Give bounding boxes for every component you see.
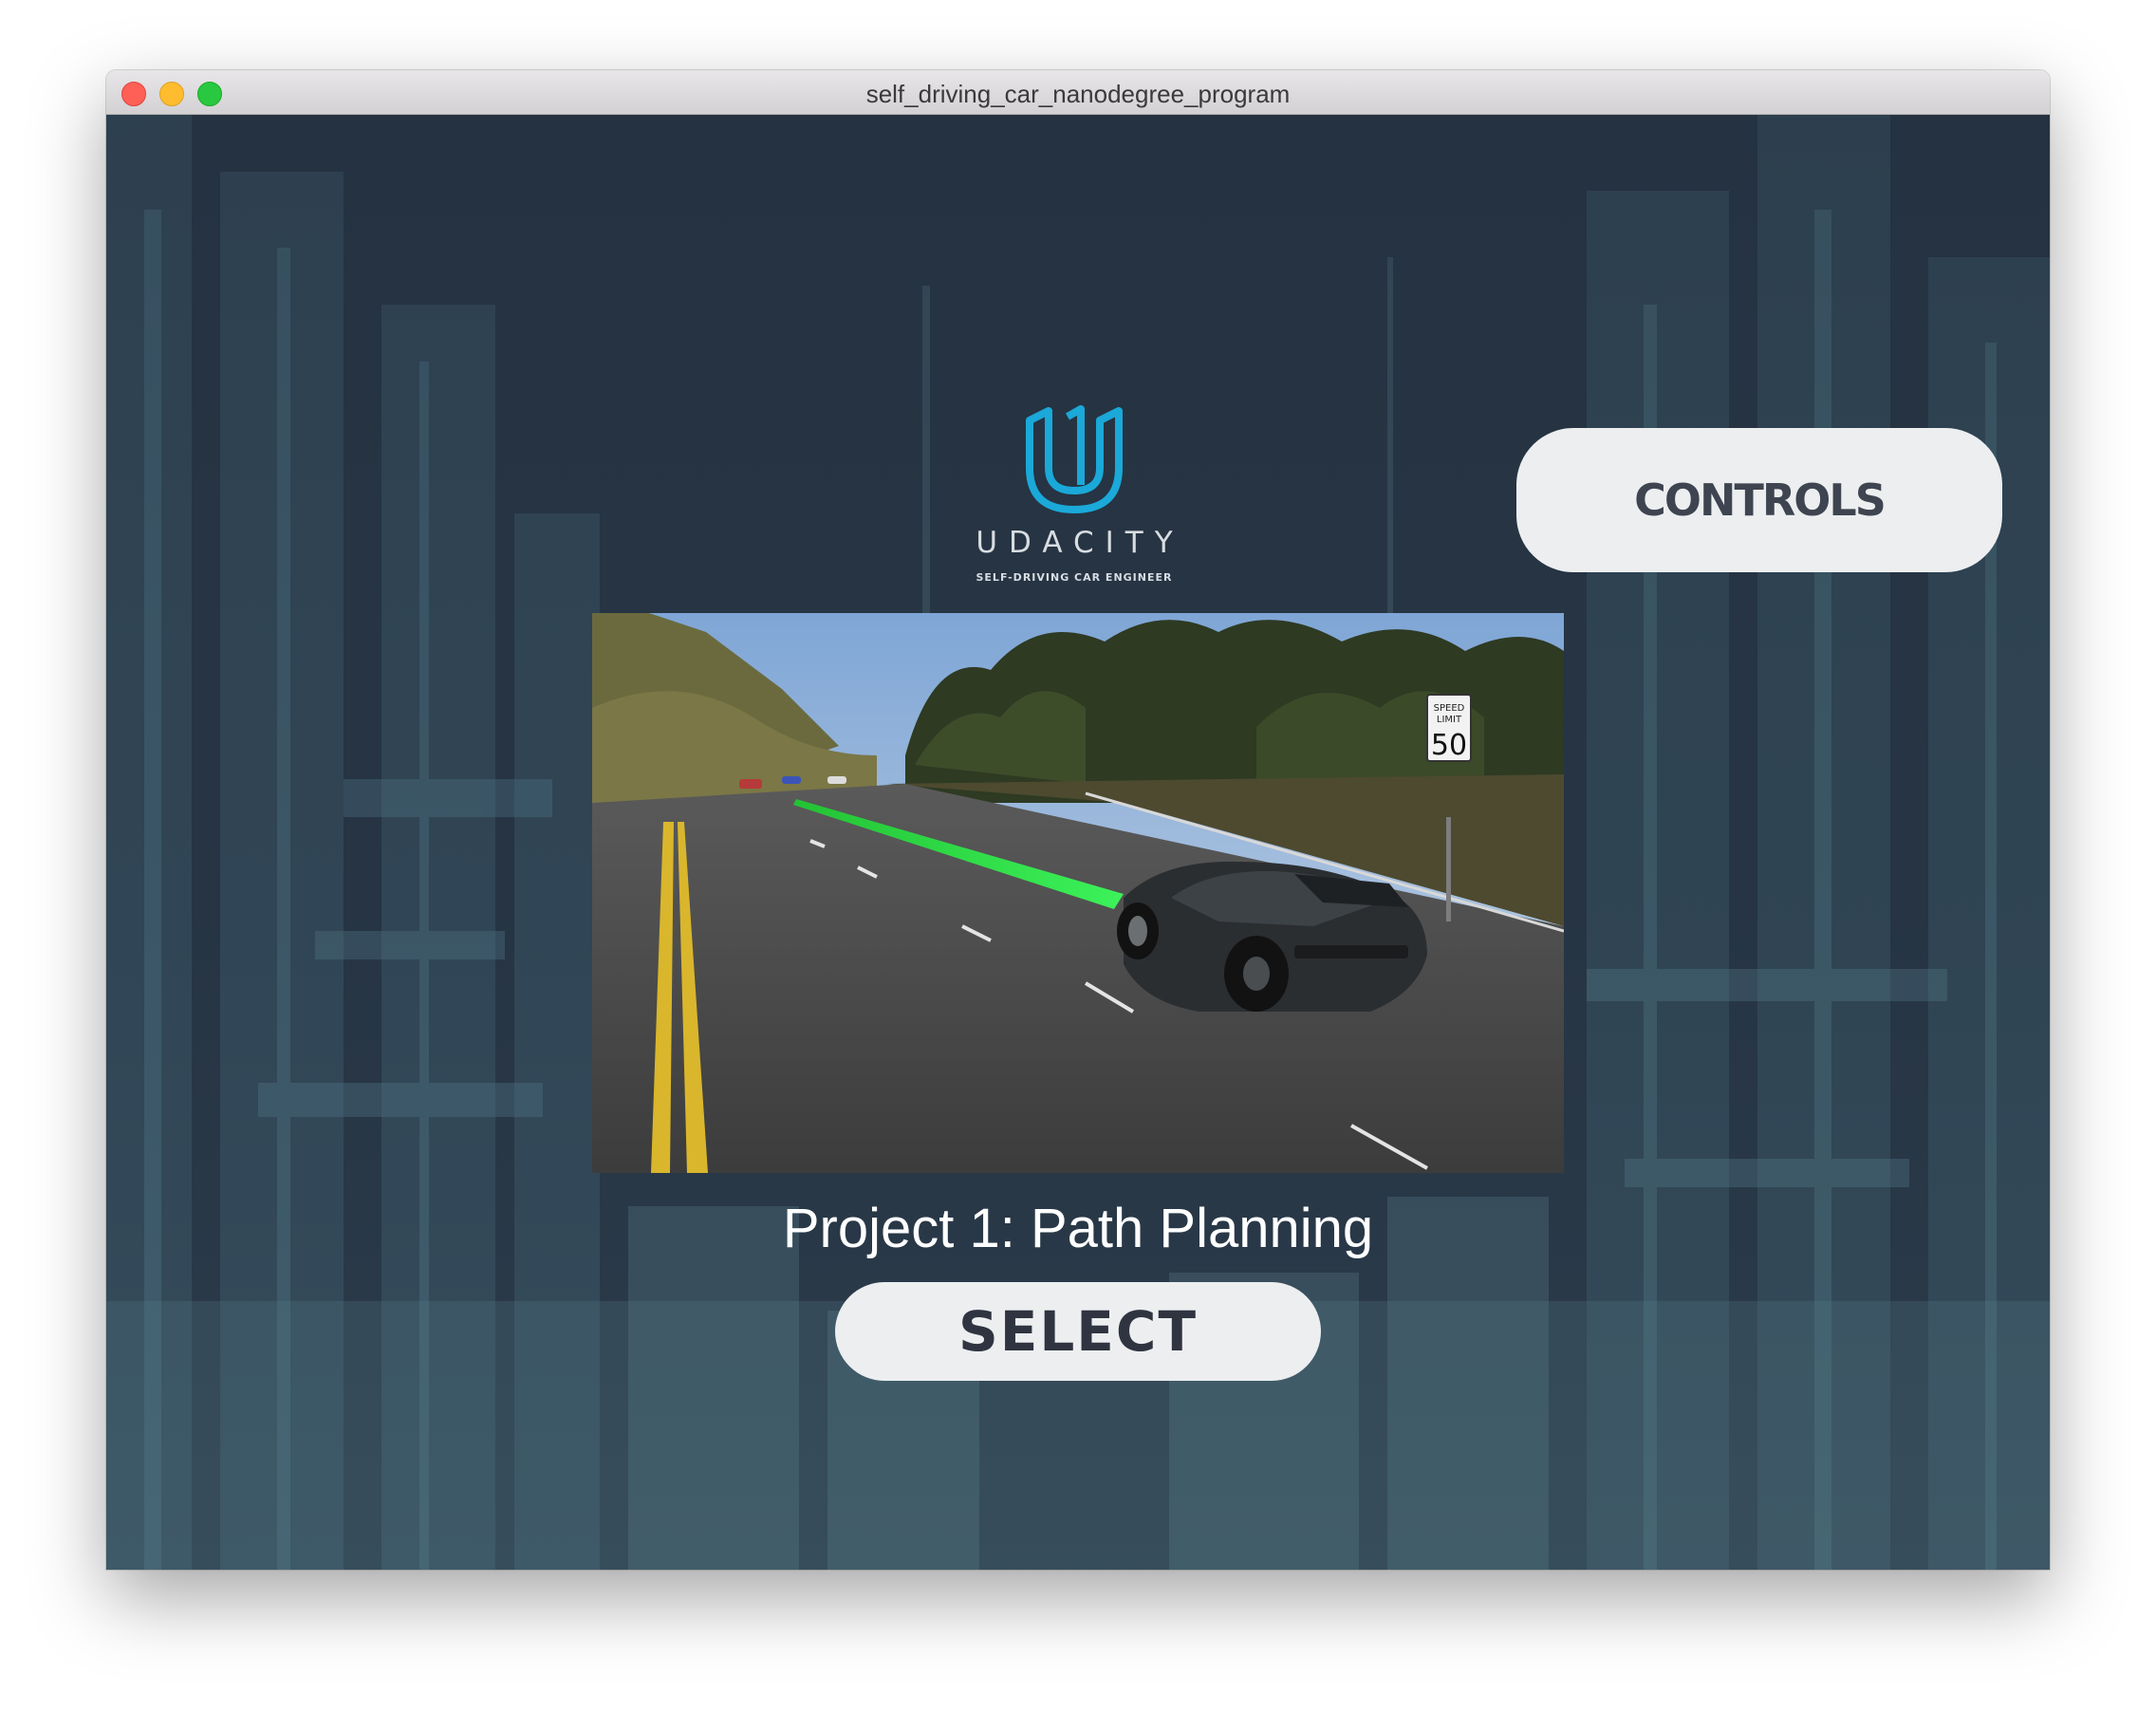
main-menu-screen: UDACITY SELF-DRIVING CAR ENGINEER CONTRO… xyxy=(106,115,2050,1570)
controls-button[interactable]: CONTROLS xyxy=(1516,428,2002,572)
window-title: self_driving_car_nanodegree_program xyxy=(865,80,1291,108)
project-preview-image: SPEED LIMIT 50 xyxy=(592,613,1564,1173)
select-button[interactable]: SELECT xyxy=(835,1282,1321,1381)
speed-limit-value: 50 xyxy=(1431,729,1467,762)
udacity-logo: UDACITY SELF-DRIVING CAR ENGINEER xyxy=(960,400,1188,584)
title-bar: self_driving_car_nanodegree_program xyxy=(106,70,2050,115)
svg-text:SPEED: SPEED xyxy=(1434,703,1465,714)
path-planning-scene: SPEED LIMIT 50 xyxy=(592,613,1564,1173)
logo-subtitle: SELF-DRIVING CAR ENGINEER xyxy=(976,571,1173,584)
project-title: Project 1: Path Planning xyxy=(782,1198,1374,1259)
svg-text:LIMIT: LIMIT xyxy=(1437,715,1462,725)
udacity-u-icon xyxy=(1026,405,1123,513)
udacity-wordmark: UDACITY xyxy=(976,526,1184,560)
app-window: self_driving_car_nanodegree_program UDAC… xyxy=(106,70,2050,1570)
